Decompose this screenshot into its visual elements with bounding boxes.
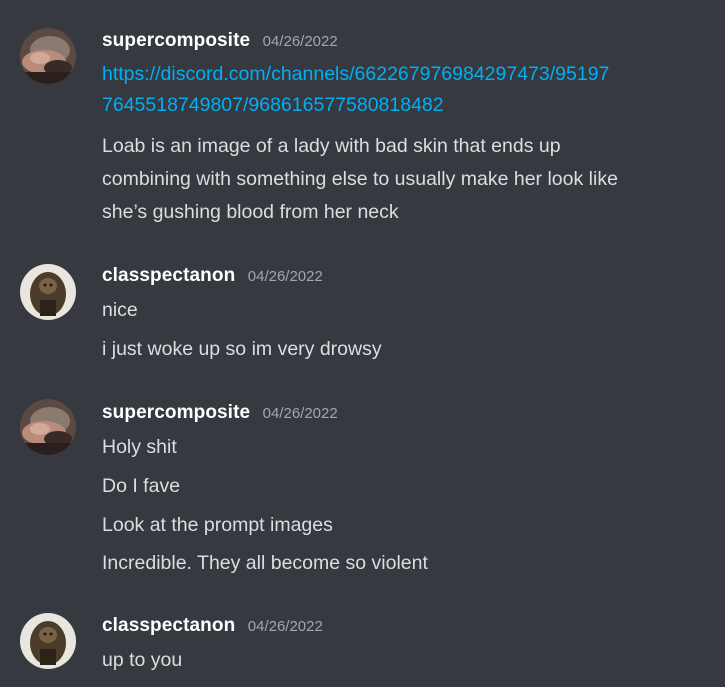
message-text: Look at the prompt images: [102, 514, 333, 536]
message-text: she’s gushing blood from her neck: [102, 201, 399, 223]
message-header: supercomposite 04/26/2022: [102, 402, 338, 428]
avatar-image: [20, 28, 76, 84]
message-link[interactable]: 7645518749807/968616577580818482: [102, 90, 715, 120]
message-text: nice: [102, 299, 138, 321]
avatar[interactable]: [20, 399, 76, 455]
message-text: i just woke up so im very drowsy: [102, 338, 382, 360]
timestamp: 04/26/2022: [262, 33, 338, 50]
timestamp: 04/26/2022: [247, 268, 323, 285]
avatar[interactable]: [20, 28, 76, 84]
message-header: classpectanon 04/26/2022: [102, 265, 323, 291]
timestamp: 04/26/2022: [247, 618, 323, 635]
avatar-image: [20, 399, 76, 455]
username[interactable]: classpectanon: [102, 615, 235, 636]
message-text: Loab is an image of a lady with bad skin…: [102, 135, 561, 157]
message-text: Do I fave: [102, 475, 181, 497]
timestamp: 04/26/2022: [262, 405, 338, 422]
avatar-image: [20, 264, 76, 320]
message-text: Holy shit: [102, 436, 177, 458]
message-link[interactable]: https://discord.com/channels/66226797698…: [102, 59, 715, 89]
username[interactable]: classpectanon: [102, 265, 235, 286]
message-text: Incredible. They all become so violent: [102, 552, 428, 574]
username[interactable]: supercomposite: [102, 402, 250, 423]
message-text: up to you: [102, 649, 183, 671]
message-text: combining with something else to usually…: [102, 168, 618, 190]
username[interactable]: supercomposite: [102, 30, 250, 51]
message-header: supercomposite 04/26/2022: [102, 30, 338, 56]
avatar[interactable]: [20, 613, 76, 669]
message-header: classpectanon 04/26/2022: [102, 615, 323, 641]
avatar-image: [20, 613, 76, 669]
avatar[interactable]: [20, 264, 76, 320]
